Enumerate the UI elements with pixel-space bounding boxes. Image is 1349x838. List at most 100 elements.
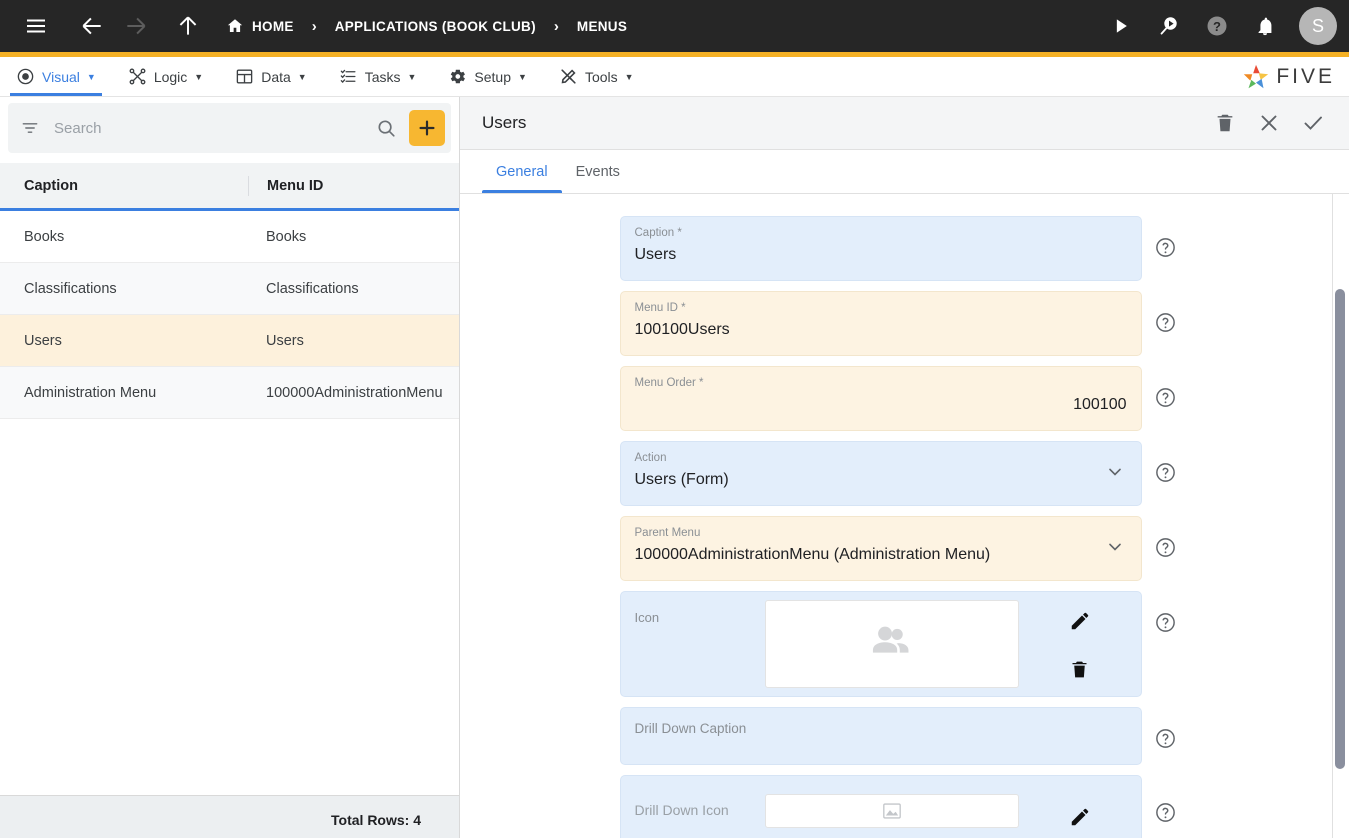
help-circle-icon[interactable]: ? <box>1195 4 1239 48</box>
parent-menu-select[interactable]: Parent Menu 100000AdministrationMenu (Ad… <box>619 516 1142 581</box>
arrow-up-icon[interactable] <box>166 4 210 48</box>
chevron-down-icon[interactable] <box>1105 461 1125 486</box>
help-circle-icon <box>1154 801 1177 824</box>
help-icon-button[interactable] <box>1142 591 1190 634</box>
help-menu-order-button[interactable] <box>1142 366 1190 409</box>
pencil-icon <box>1069 806 1091 828</box>
table-row[interactable]: Administration Menu 100000Administration… <box>0 367 459 419</box>
chevron-down-icon: ▼ <box>407 71 417 82</box>
records-table-body: Books Books Classifications Classificati… <box>0 211 459 795</box>
column-header-caption[interactable]: Caption <box>0 178 248 194</box>
help-menu-id-button[interactable] <box>1142 291 1190 334</box>
svg-text:?: ? <box>1213 19 1221 34</box>
plus-icon <box>416 117 438 139</box>
action-select[interactable]: Action Users (Form) <box>619 441 1142 506</box>
filter-icon[interactable] <box>20 118 40 138</box>
column-header-menu-id[interactable]: Menu ID <box>248 175 459 196</box>
brand-logo: FIVE <box>1241 57 1335 97</box>
menu-item-tools[interactable]: Tools ▼ <box>543 57 650 96</box>
caption-value[interactable]: Users <box>621 240 1141 280</box>
search-icon[interactable] <box>375 117 397 139</box>
help-circle-icon <box>1154 461 1177 484</box>
breadcrumb-item-home[interactable]: HOME <box>220 17 300 35</box>
table-row[interactable]: Classifications Classifications <box>0 263 459 315</box>
cell-menu-id: 100000AdministrationMenu <box>266 384 443 401</box>
edit-drill-down-icon-button[interactable] <box>1069 806 1091 828</box>
help-action-button[interactable] <box>1142 441 1190 484</box>
breadcrumb-label-applications: APPLICATIONS (BOOK CLUB) <box>334 18 536 34</box>
drill-down-caption-field[interactable]: Drill Down Caption <box>619 707 1142 765</box>
tab-events[interactable]: Events <box>562 150 634 193</box>
menu-label-setup: Setup <box>474 68 512 85</box>
bell-icon[interactable] <box>1243 4 1287 48</box>
menu-id-field[interactable]: Menu ID * 100100Users <box>619 291 1142 356</box>
search-input[interactable] <box>40 119 375 137</box>
search-play-icon[interactable] <box>1147 4 1191 48</box>
caption-field[interactable]: Caption * Users <box>619 216 1142 281</box>
delete-icon-button[interactable] <box>1069 659 1090 680</box>
breadcrumb-item-applications[interactable]: APPLICATIONS (BOOK CLUB) <box>329 19 542 34</box>
action-label: Action <box>634 452 667 464</box>
avatar[interactable]: S <box>1299 7 1337 45</box>
chevron-down-icon: ▼ <box>86 71 96 82</box>
icon-label: Icon <box>634 610 660 625</box>
confirm-button[interactable] <box>1291 101 1335 145</box>
delete-button[interactable] <box>1203 101 1247 145</box>
close-button[interactable] <box>1247 101 1291 145</box>
menu-item-logic[interactable]: Logic ▼ <box>112 57 219 96</box>
cell-menu-id: Users <box>266 332 304 349</box>
hamburger-menu-icon[interactable] <box>14 4 58 48</box>
form-scrollbar-thumb[interactable] <box>1335 289 1345 769</box>
menu-item-setup[interactable]: Setup ▼ <box>432 57 543 96</box>
menu-order-field[interactable]: Menu Order * 100100 <box>619 366 1142 431</box>
tab-label-general: General <box>496 163 548 180</box>
detail-tabs: General Events <box>460 150 1349 194</box>
page-title: Users <box>482 113 527 132</box>
cell-menu-id: Books <box>266 228 307 245</box>
form-row-action: Action Users (Form) <box>619 441 1190 506</box>
drill-down-caption-value[interactable] <box>621 736 1141 764</box>
cell-menu-id: Classifications <box>266 280 359 297</box>
drill-down-icon-field[interactable]: Drill Down Icon <box>619 775 1142 838</box>
form-row-drill-down-caption: Drill Down Caption <box>619 707 1190 765</box>
menu-label-tools: Tools <box>584 68 618 85</box>
help-parent-menu-button[interactable] <box>1142 516 1190 559</box>
home-icon <box>226 17 244 35</box>
table-row[interactable]: Books Books <box>0 211 459 263</box>
icon-field[interactable]: Icon <box>619 591 1142 697</box>
help-drill-down-caption-button[interactable] <box>1142 707 1190 750</box>
pencil-icon <box>1069 610 1091 632</box>
top-bar-actions: ? S <box>1099 0 1337 52</box>
chevron-down-icon: ▼ <box>624 71 634 82</box>
chevron-down-icon: ▼ <box>518 71 527 82</box>
menu-item-tasks[interactable]: Tasks ▼ <box>323 57 433 96</box>
task-list-icon <box>339 67 358 86</box>
add-record-button[interactable] <box>409 110 445 146</box>
brand-name: FIVE <box>1276 65 1335 88</box>
tab-label-events: Events <box>575 163 620 180</box>
form-scrollbar[interactable] <box>1333 284 1347 837</box>
tab-general[interactable]: General <box>482 150 562 193</box>
breadcrumb-item-menus[interactable]: MENUS <box>571 19 633 34</box>
play-icon[interactable] <box>1099 4 1143 48</box>
table-row-selected[interactable]: Users Users <box>0 315 459 367</box>
records-table-header: Caption Menu ID <box>0 163 459 211</box>
menu-item-data[interactable]: Data ▼ <box>219 57 323 96</box>
top-bar-nav: HOME › APPLICATIONS (BOOK CLUB) › MENUS <box>14 4 633 48</box>
drill-down-icon-preview[interactable] <box>764 794 1019 828</box>
menu-id-value[interactable]: 100100Users <box>621 315 1141 355</box>
menu-order-value[interactable]: 100100 <box>621 390 1141 430</box>
action-value: Users (Form) <box>634 471 729 488</box>
top-bar: HOME › APPLICATIONS (BOOK CLUB) › MENUS … <box>0 0 1349 52</box>
help-caption-button[interactable] <box>1142 216 1190 259</box>
arrow-forward-icon[interactable] <box>114 4 158 48</box>
menu-item-visual[interactable]: Visual ▼ <box>0 57 112 96</box>
chevron-down-icon[interactable] <box>1105 536 1125 561</box>
help-circle-icon <box>1154 386 1177 409</box>
icon-preview[interactable] <box>764 600 1019 688</box>
menu-label-visual: Visual <box>42 68 80 85</box>
arrow-back-icon[interactable] <box>70 4 114 48</box>
people-group-icon <box>866 624 918 664</box>
edit-icon-button[interactable] <box>1069 610 1091 632</box>
help-drill-down-icon-button[interactable] <box>1142 775 1190 824</box>
